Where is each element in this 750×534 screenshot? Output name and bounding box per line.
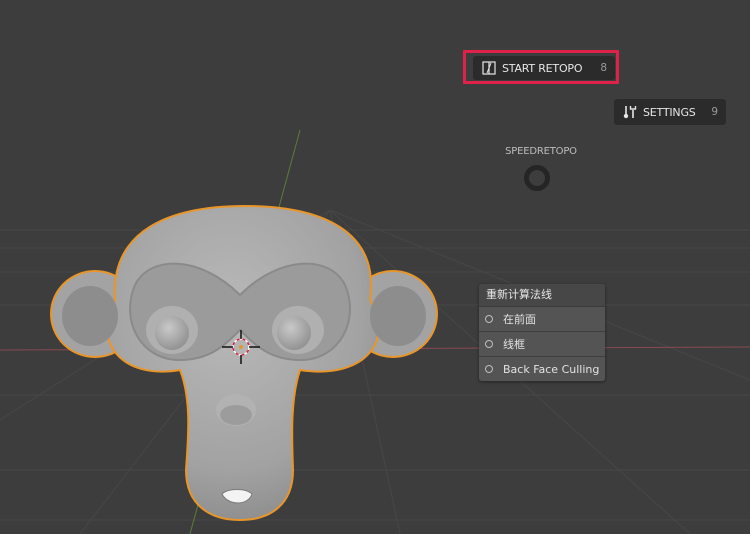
pie-menu-title: SPEEDRETOPO [505, 146, 577, 157]
start-retopo-label: START RETOPO [502, 61, 583, 75]
radio-icon[interactable] [485, 340, 493, 348]
settings-button[interactable]: SETTINGS 9 [614, 99, 726, 125]
settings-shortcut: 9 [711, 106, 718, 118]
retopo-icon [481, 60, 497, 76]
tools-icon [622, 104, 638, 120]
start-retopo-shortcut: 8 [600, 62, 607, 74]
in-front-option[interactable]: 在前面 [479, 307, 605, 332]
wireframe-label: 线框 [503, 338, 525, 351]
radio-icon[interactable] [485, 365, 493, 373]
left-eye [155, 316, 189, 350]
floor-grid [0, 209, 750, 534]
start-retopo-button[interactable]: START RETOPO 8 [473, 56, 615, 80]
monkey-mesh[interactable] [50, 204, 438, 522]
back-face-culling-option[interactable]: Back Face Culling [479, 357, 605, 381]
3d-viewport[interactable] [0, 0, 750, 534]
in-front-label: 在前面 [503, 313, 536, 326]
back-face-culling-label: Back Face Culling [503, 362, 600, 376]
right-eye [277, 316, 311, 350]
pie-menu-center-ring [524, 165, 550, 191]
settings-label: SETTINGS [643, 105, 696, 119]
radio-icon[interactable] [485, 315, 493, 323]
wireframe-option[interactable]: 线框 [479, 332, 605, 357]
recalculate-normals-item[interactable]: 重新计算法线 [479, 284, 605, 307]
viewport-popup-menu: 重新计算法线 在前面 线框 Back Face Culling [479, 284, 605, 381]
